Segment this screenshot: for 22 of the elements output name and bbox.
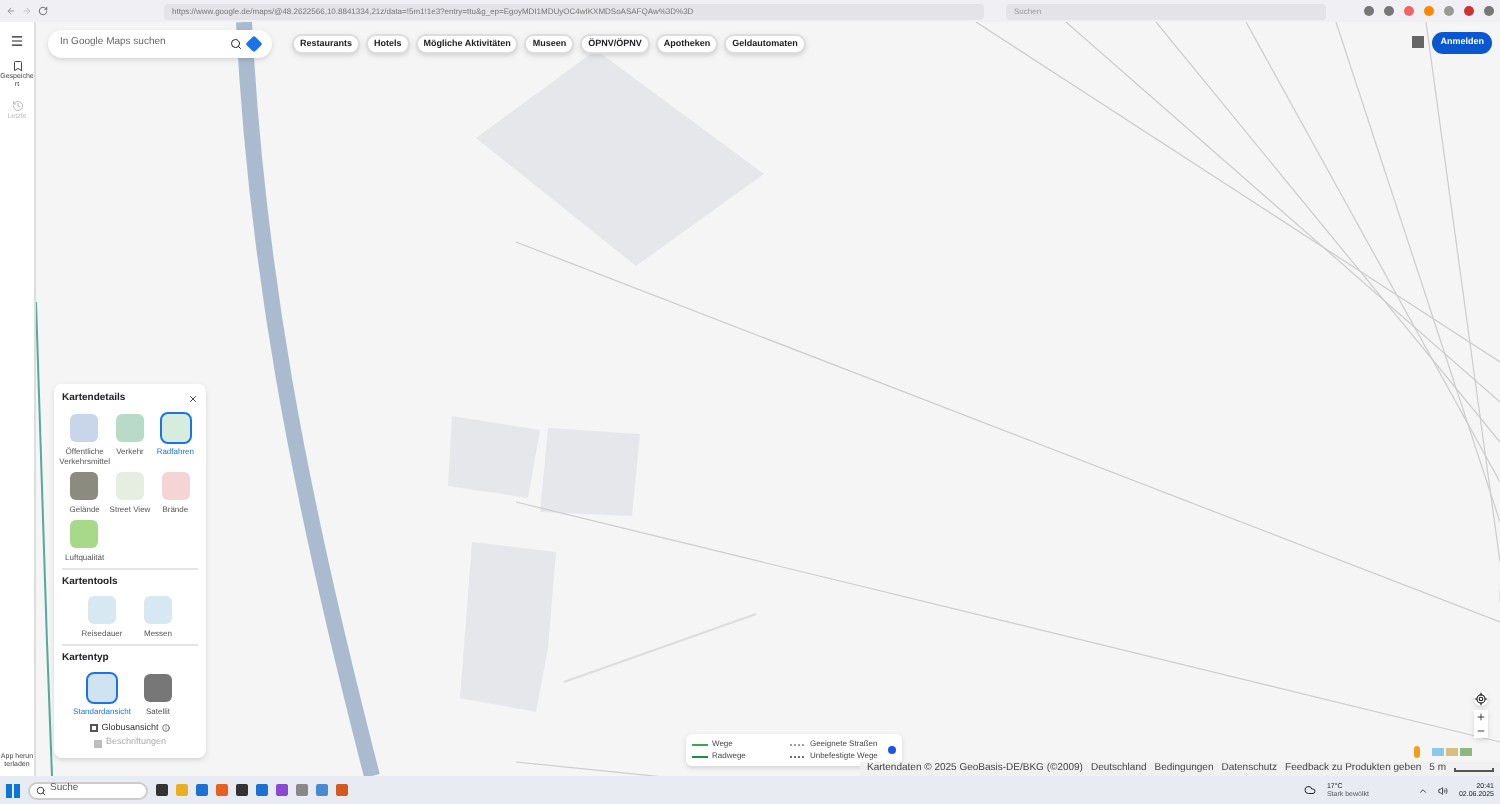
zoom-in-icon[interactable] bbox=[1476, 712, 1486, 722]
search-icon[interactable] bbox=[230, 38, 242, 50]
map-layer-option[interactable] bbox=[88, 673, 116, 701]
speaker-icon[interactable] bbox=[1438, 785, 1449, 795]
search-icon bbox=[36, 785, 46, 795]
start-icon[interactable] bbox=[6, 783, 20, 797]
chevron-up-icon[interactable] bbox=[1418, 785, 1429, 795]
bookmark-icon bbox=[11, 60, 23, 72]
pegman-icon[interactable] bbox=[1414, 746, 1420, 758]
back-icon[interactable] bbox=[6, 6, 16, 16]
directions-icon[interactable] bbox=[245, 35, 263, 53]
info-icon[interactable] bbox=[162, 723, 171, 732]
menu-icon[interactable] bbox=[10, 34, 24, 48]
map-layer-option[interactable] bbox=[70, 471, 99, 499]
map-layer-option[interactable] bbox=[144, 673, 172, 701]
forward-icon[interactable] bbox=[22, 6, 32, 16]
map-layer-option[interactable] bbox=[161, 413, 190, 441]
zoom-out-icon[interactable] bbox=[1476, 726, 1486, 736]
reload-icon[interactable] bbox=[38, 6, 48, 16]
history-icon bbox=[11, 100, 23, 112]
cloud-icon bbox=[1304, 784, 1317, 796]
scale-bar bbox=[1454, 767, 1494, 771]
